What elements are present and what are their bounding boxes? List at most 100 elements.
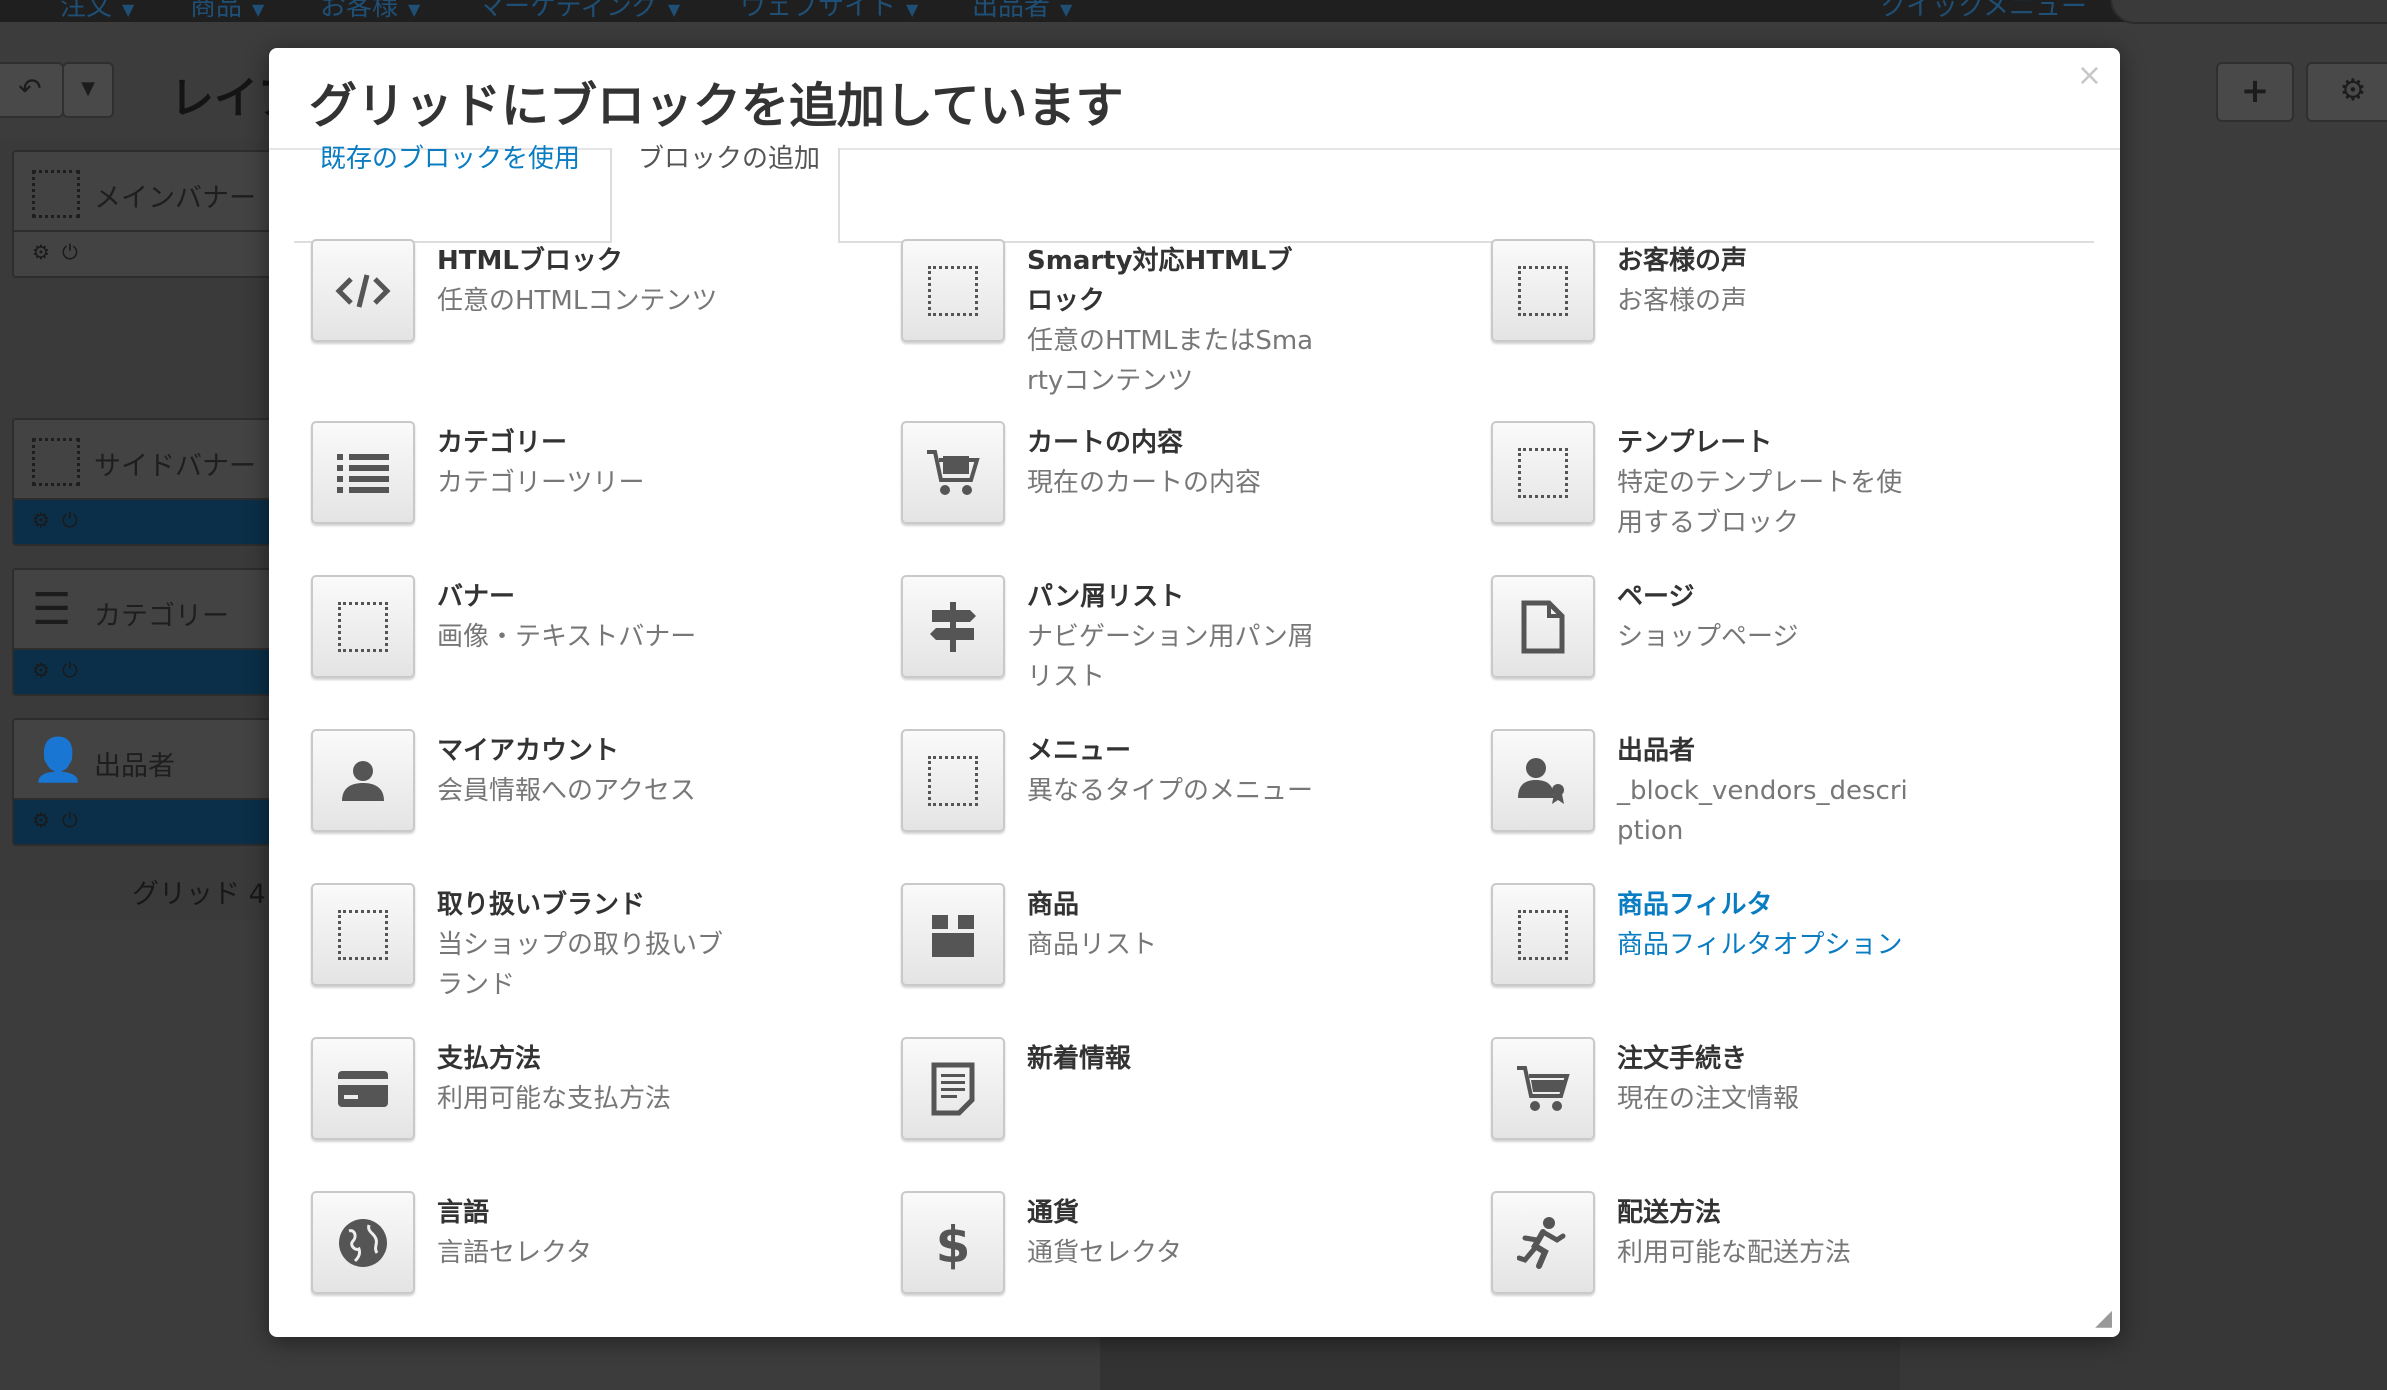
tab-use-existing-block[interactable]: 既存のブロックを使用 xyxy=(294,144,610,241)
block-title: マイアカウント xyxy=(437,736,620,766)
power-icon[interactable]: ⏻ xyxy=(62,658,78,682)
search-input[interactable] xyxy=(2110,0,2387,24)
back-button[interactable]: ↶ xyxy=(0,62,64,118)
chevron-down-icon: ▼ xyxy=(408,0,421,19)
block-title: カテゴリー xyxy=(437,428,568,458)
power-icon[interactable]: ⏻ xyxy=(62,808,78,832)
tab-label: ブロックの追加 xyxy=(638,144,821,174)
block-description: 通貨セレクタ xyxy=(1027,1238,1182,1268)
block-description: ナビゲーション用パン屑リスト xyxy=(1027,622,1314,692)
dialog-tabs: 既存のブロックを使用 ブロックの追加 xyxy=(294,144,2094,243)
code-icon xyxy=(313,241,413,340)
block-title: HTMLブロック xyxy=(437,246,623,276)
block-description: 言語セレクタ xyxy=(437,1238,592,1268)
runner-icon xyxy=(1493,1193,1593,1292)
block-icon-button[interactable] xyxy=(1491,729,1595,832)
block-title: 注文手続き xyxy=(1617,1044,1748,1074)
block-description: 画像・テキストバナー xyxy=(437,622,697,652)
close-icon[interactable]: × xyxy=(2077,58,2102,93)
block-description: _block_vendors_description xyxy=(1617,776,1908,846)
block-icon-button[interactable] xyxy=(901,421,1005,524)
grid-block-vendors[interactable]: 👤 出品者 ⚙ ⏻ xyxy=(12,718,274,846)
quick-menu-link[interactable]: クイックメニュー xyxy=(1880,0,2087,23)
block-icon-button[interactable] xyxy=(1491,883,1595,986)
grid-block-side-banner[interactable]: サイドバナー ⚙ ⏻ xyxy=(12,418,274,546)
block-description: カテゴリーツリー xyxy=(437,468,645,498)
block-icon-button[interactable] xyxy=(901,239,1005,342)
block-icon-button[interactable] xyxy=(311,421,415,524)
block-description: お客様の声 xyxy=(1617,286,1748,316)
vendor-icon xyxy=(1493,731,1593,830)
user-icon xyxy=(313,731,413,830)
block-title: パン屑リスト xyxy=(1027,582,1185,612)
power-icon[interactable]: ⏻ xyxy=(62,508,78,532)
placeholder-icon xyxy=(313,577,413,676)
block-title: Smarty対応HTMLブロック xyxy=(1027,246,1293,316)
block-description: 任意のHTMLまたはSmartyコンテンツ xyxy=(1027,326,1314,396)
gear-icon[interactable]: ⚙ xyxy=(32,808,50,832)
cart-full-icon xyxy=(903,423,1003,522)
block-title: 言語 xyxy=(437,1198,490,1228)
placeholder-icon xyxy=(903,241,1003,340)
list-icon: ☰ xyxy=(32,584,72,635)
gear-icon[interactable]: ⚙ xyxy=(32,240,50,264)
cart-icon xyxy=(1493,1039,1593,1138)
block-icon-button[interactable] xyxy=(1491,239,1595,342)
block-icon-button[interactable] xyxy=(901,1037,1005,1140)
background-panel xyxy=(1100,1334,1900,1390)
block-title: 取り扱いブランド xyxy=(437,890,646,920)
power-icon[interactable]: ⏻ xyxy=(62,240,78,264)
block-icon-button[interactable] xyxy=(1491,575,1595,678)
placeholder-icon xyxy=(1493,423,1593,522)
block-icon-button[interactable] xyxy=(1491,1191,1595,1294)
gear-icon[interactable]: ⚙ xyxy=(32,658,50,682)
chevron-down-icon: ▼ xyxy=(122,0,135,19)
box-icon xyxy=(903,885,1003,984)
block-icon-button[interactable] xyxy=(311,883,415,986)
dialog-title: グリッドにブロックを追加しています xyxy=(309,78,1124,134)
block-description: 任意のHTMLコンテンツ xyxy=(437,286,718,316)
block-description: 当ショップの取り扱いブランド xyxy=(437,930,724,1000)
tab-add-block[interactable]: ブロックの追加 xyxy=(610,144,840,243)
signpost-icon xyxy=(903,577,1003,676)
block-description: 商品フィルタオプション xyxy=(1617,930,1903,960)
settings-dropdown-button[interactable]: ⚙ xyxy=(2306,62,2387,122)
block-icon-button[interactable] xyxy=(311,1191,415,1294)
block-icon-button[interactable] xyxy=(901,729,1005,832)
block-icon-button[interactable]: $ xyxy=(901,1191,1005,1294)
nav-marketing[interactable]: マーケティング ▼ xyxy=(478,0,680,23)
nav-vendors[interactable]: 出品者 ▼ xyxy=(972,0,1072,23)
resize-handle-icon[interactable]: ◢ xyxy=(2095,1306,2112,1331)
dollar-icon: $ xyxy=(903,1193,1003,1292)
block-icon-button[interactable] xyxy=(311,729,415,832)
block-icon-button[interactable] xyxy=(901,575,1005,678)
block-icon-button[interactable] xyxy=(901,883,1005,986)
block-title: 出品者 xyxy=(1617,736,1696,766)
svg-text:$: $ xyxy=(936,1216,971,1272)
gear-icon[interactable]: ⚙ xyxy=(32,508,50,532)
block-icon-button[interactable] xyxy=(1491,421,1595,524)
block-description: 特定のテンプレートを使用するブロック xyxy=(1617,468,1903,538)
placeholder-icon xyxy=(1493,885,1593,984)
block-icon-button[interactable] xyxy=(311,239,415,342)
nav-website[interactable]: ウェブサイト ▼ xyxy=(740,0,918,23)
dialog-header: グリッドにブロックを追加しています × xyxy=(269,48,2120,150)
block-icon-button[interactable] xyxy=(311,1037,415,1140)
globe-icon xyxy=(313,1193,413,1292)
block-title: ページ xyxy=(1617,582,1695,612)
grid-label: グリッド 4 xyxy=(132,879,266,910)
back-dropdown-button[interactable]: ▼ xyxy=(62,62,114,118)
add-button[interactable]: + xyxy=(2216,62,2294,122)
page-icon xyxy=(1493,577,1593,676)
news-icon xyxy=(903,1039,1003,1138)
nav-orders[interactable]: 注文 ▼ xyxy=(60,0,134,23)
gear-icon: ⚙ xyxy=(2339,73,2367,108)
grid-block-main-banner[interactable]: メインバナー ⚙ ⏻ xyxy=(12,150,274,278)
nav-customers[interactable]: お客様 ▼ xyxy=(320,0,420,23)
block-icon-button[interactable] xyxy=(311,575,415,678)
nav-products[interactable]: 商品 ▼ xyxy=(190,0,264,23)
vendor-icon: 👤 xyxy=(32,735,85,784)
block-icon-button[interactable] xyxy=(1491,1037,1595,1140)
block-description: 利用可能な支払方法 xyxy=(437,1084,672,1114)
grid-block-category[interactable]: ☰ カテゴリー ⚙ ⏻ xyxy=(12,568,274,696)
